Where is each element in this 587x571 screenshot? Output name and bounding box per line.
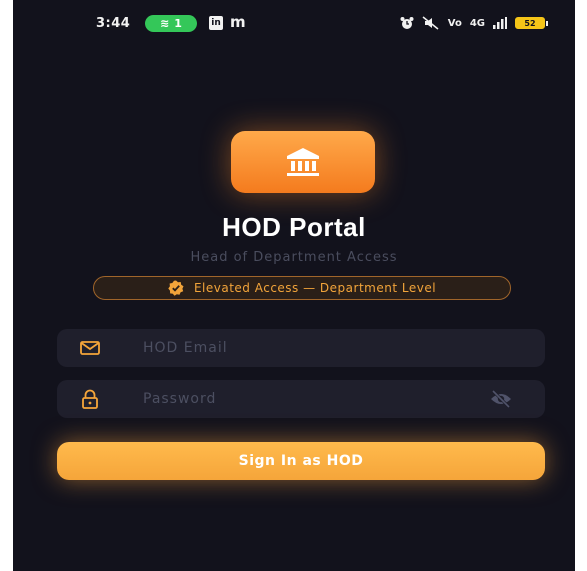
mute-icon	[422, 16, 439, 30]
hotspot-icon: ≋	[160, 17, 170, 30]
password-field[interactable]	[57, 380, 545, 418]
password-input[interactable]	[141, 380, 471, 418]
page-subtitle: Head of Department Access	[190, 250, 398, 265]
alarm-icon	[400, 17, 414, 29]
email-input[interactable]	[141, 329, 471, 367]
email-field[interactable]	[57, 329, 545, 367]
linkedin-notification-icon: in	[209, 16, 223, 30]
eye-off-icon[interactable]	[489, 389, 513, 409]
volte-label: Vo	[447, 17, 462, 29]
hotspot-indicator: ≋ 1	[145, 15, 197, 32]
lock-icon	[82, 389, 98, 409]
hotspot-count: 1	[174, 17, 182, 30]
battery-icon: 52	[515, 17, 548, 29]
mail-icon	[80, 341, 100, 355]
app-logo	[231, 131, 375, 193]
page-title: HOD Portal	[222, 212, 366, 242]
status-bar: 3:44 ≋ 1 in m Vo 4G 52	[13, 0, 575, 46]
verified-badge-icon	[168, 280, 184, 296]
app-notification-icon: m	[230, 13, 246, 31]
sign-in-button[interactable]: Sign In as HOD	[57, 442, 545, 480]
access-level-badge: Elevated Access — Department Level	[93, 276, 511, 300]
access-level-text: Elevated Access — Department Level	[193, 281, 437, 295]
signal-icon	[493, 17, 507, 29]
institution-building-icon	[287, 148, 319, 176]
status-icons: Vo 4G 52	[400, 14, 548, 32]
app-screen: 3:44 ≋ 1 in m Vo 4G 52 HOD Portal Head o…	[13, 0, 575, 571]
status-time: 3:44	[96, 16, 131, 31]
network-type-label: 4G	[469, 17, 485, 29]
